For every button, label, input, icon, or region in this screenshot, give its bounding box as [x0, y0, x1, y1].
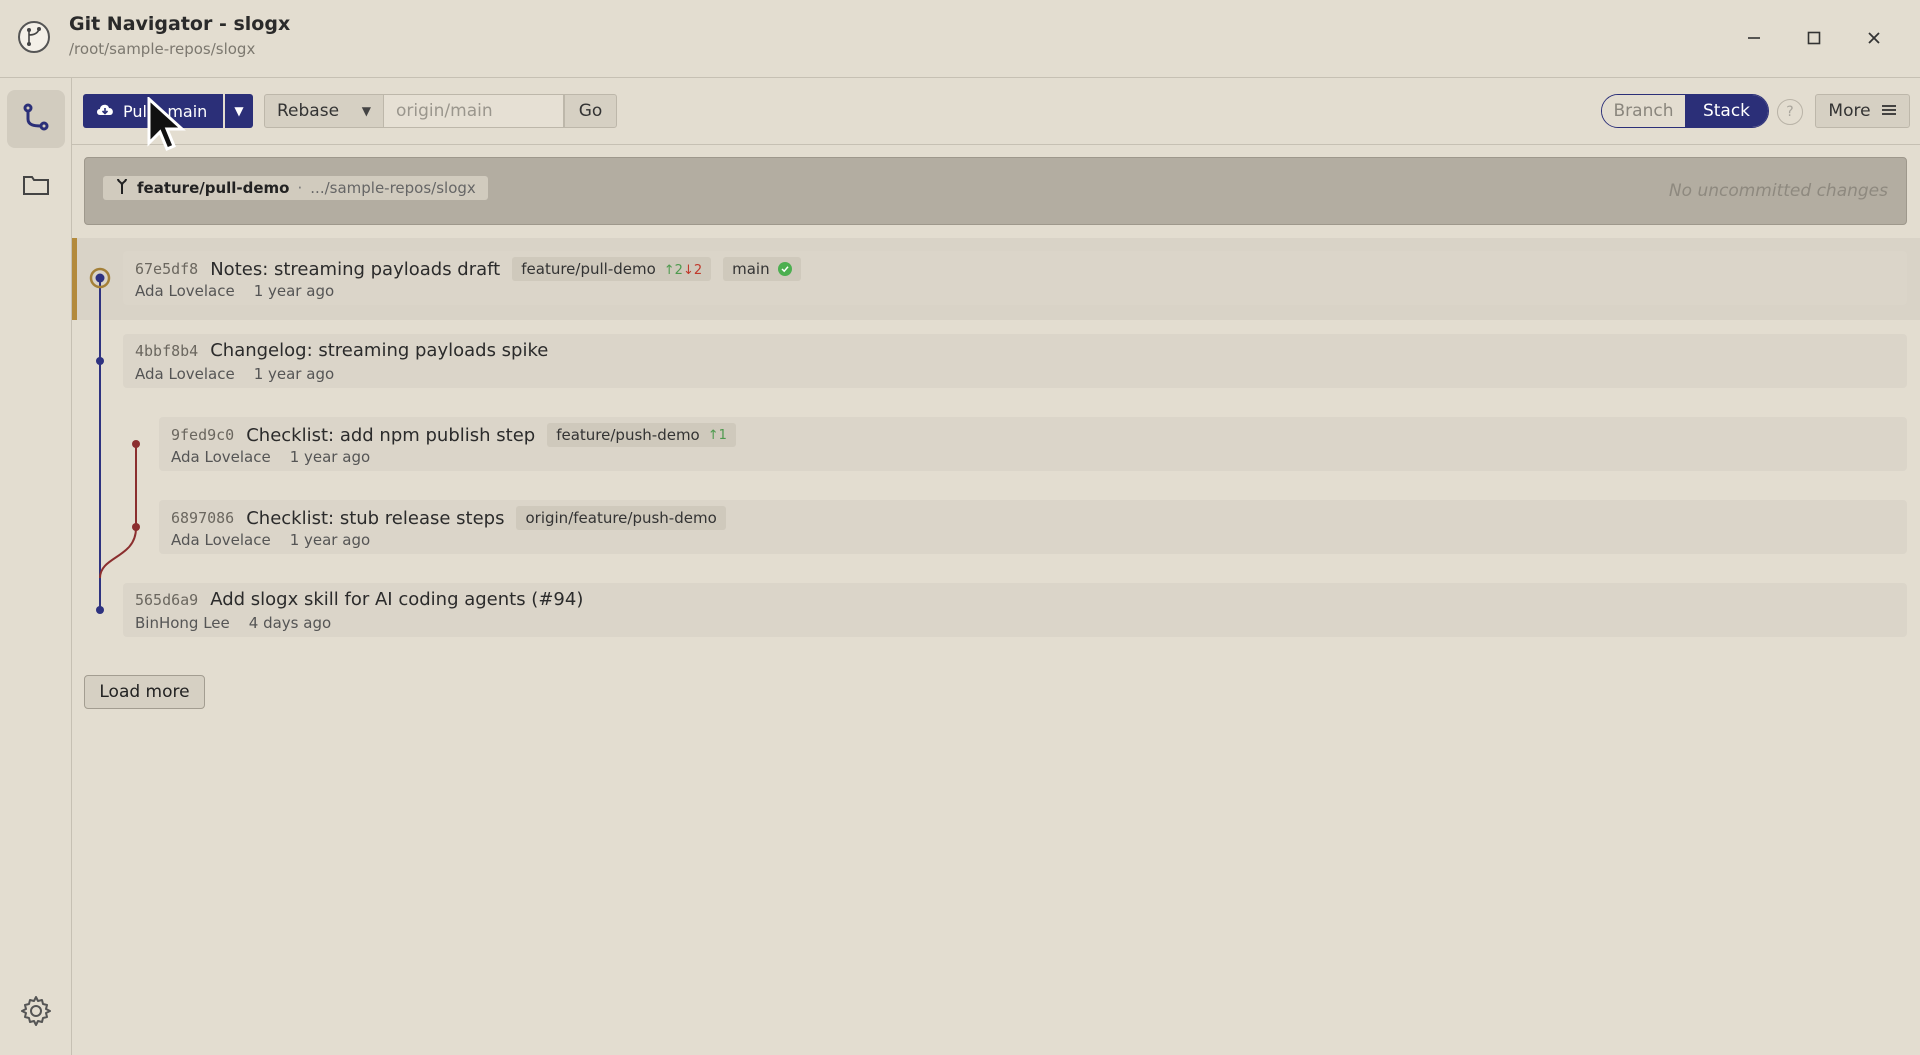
commit-time: 4 days ago: [248, 614, 332, 632]
commit-row[interactable]: 67e5df8 Notes: streaming payloads draft …: [123, 251, 1907, 305]
commit-time: 1 year ago: [253, 365, 335, 383]
caret-down-icon: ▼: [234, 104, 244, 118]
commit-author: Ada Lovelace: [171, 448, 271, 466]
commit-node: [132, 440, 140, 448]
commit-subject: Add slogx skill for AI coding agents (#9…: [210, 589, 584, 610]
commit-sha: 9fed9c0: [171, 426, 235, 444]
view-branch-button[interactable]: Branch: [1602, 95, 1685, 127]
current-branch-name: feature/pull-demo: [137, 179, 290, 197]
rail-folder-button[interactable]: [7, 158, 65, 216]
load-more-button[interactable]: Load more: [84, 675, 205, 709]
app-logo-icon: [18, 21, 50, 53]
commit-row[interactable]: 565d6a9 Add slogx skill for AI coding ag…: [123, 583, 1907, 637]
commit-sha: 4bbf8b4: [135, 341, 199, 360]
branch-ref-badge[interactable]: feature/push-demo ↑1: [547, 423, 736, 447]
commit-row[interactable]: 9fed9c0 Checklist: add npm publish step …: [159, 417, 1907, 471]
ahead-count: ↑2: [663, 263, 683, 278]
separator: ·: [297, 179, 303, 197]
target-ref-input[interactable]: [384, 94, 564, 128]
ref-name: origin/feature/push-demo: [525, 509, 717, 527]
commit-author: BinHong Lee: [135, 614, 230, 632]
commit-row[interactable]: 4bbf8b4 Changelog: streaming payloads sp…: [123, 334, 1907, 388]
commit-subject: Checklist: stub release steps: [246, 507, 505, 529]
branch-fork-icon: [115, 178, 129, 198]
no-changes-message: No uncommitted changes: [1668, 181, 1888, 201]
commit-sha: 565d6a9: [135, 590, 199, 609]
commit-author: Ada Lovelace: [135, 282, 235, 300]
ahead-count: ↑1: [707, 427, 727, 443]
current-branch-chip: feature/pull-demo · .../sample-repos/slo…: [103, 176, 488, 200]
commit-author: Ada Lovelace: [135, 365, 235, 383]
git-branch-icon: [20, 101, 52, 137]
help-button[interactable]: ?: [1777, 99, 1803, 125]
ref-name: feature/push-demo: [556, 426, 700, 444]
view-toggle: Branch Stack: [1601, 94, 1769, 128]
go-button[interactable]: Go: [564, 94, 617, 128]
check-icon: [777, 262, 792, 276]
settings-button[interactable]: [16, 993, 56, 1033]
commit-time: 1 year ago: [289, 531, 371, 549]
window-title: Git Navigator - slogx: [69, 13, 291, 35]
commit-sha: 6897086: [171, 509, 235, 527]
toolbar: Pull - main ▼ Rebase ▼ Go Branch Stack ?…: [72, 78, 1920, 145]
cloud-download-icon: [95, 101, 115, 121]
pull-dropdown-button[interactable]: ▼: [225, 94, 253, 128]
caret-down-icon: ▼: [361, 104, 371, 118]
working-tree-status[interactable]: feature/pull-demo · .../sample-repos/slo…: [84, 157, 1907, 225]
commit-subject: Notes: streaming payloads draft: [210, 258, 501, 280]
commit-row[interactable]: 6897086 Checklist: stub release steps or…: [159, 500, 1907, 554]
more-button[interactable]: More: [1815, 94, 1910, 128]
mouse-cursor-icon: [147, 95, 191, 161]
commit-time: 1 year ago: [289, 448, 371, 466]
folder-icon: [21, 172, 51, 202]
behind-count: ↓2: [682, 263, 703, 278]
commit-subject: Checklist: add npm publish step: [246, 424, 536, 446]
maximize-icon[interactable]: [1798, 22, 1830, 54]
commit-sha: 67e5df8: [135, 260, 199, 278]
commit-node: [96, 357, 104, 365]
short-repo-path: .../sample-repos/slogx: [310, 179, 476, 197]
commit-node: [96, 606, 104, 614]
commit-node: [132, 523, 140, 531]
commit-subject: Changelog: streaming payloads spike: [210, 340, 549, 361]
rail-git-graph-button[interactable]: [7, 90, 65, 148]
close-icon[interactable]: [1858, 22, 1890, 54]
merge-mode-value: Rebase: [277, 101, 340, 121]
title-bar: Git Navigator - slogx /root/sample-repos…: [0, 0, 1920, 78]
ref-name: main: [732, 260, 770, 278]
hamburger-menu-icon: [1881, 101, 1897, 121]
ref-name: feature/pull-demo: [521, 260, 656, 278]
commit-author: Ada Lovelace: [171, 531, 271, 549]
left-rail: [0, 78, 72, 1055]
more-label: More: [1828, 101, 1871, 121]
branch-ref-badge[interactable]: origin/feature/push-demo: [516, 506, 726, 530]
branch-ref-badge[interactable]: feature/pull-demo ↑2↓2: [512, 257, 712, 281]
commit-time: 1 year ago: [253, 282, 335, 300]
gear-icon: [19, 994, 53, 1032]
minimize-icon[interactable]: [1738, 22, 1770, 54]
view-stack-button[interactable]: Stack: [1685, 95, 1768, 127]
branch-ref-badge[interactable]: main: [723, 257, 801, 281]
repo-path: /root/sample-repos/slogx: [69, 40, 256, 58]
merge-mode-select[interactable]: Rebase ▼: [264, 94, 384, 128]
